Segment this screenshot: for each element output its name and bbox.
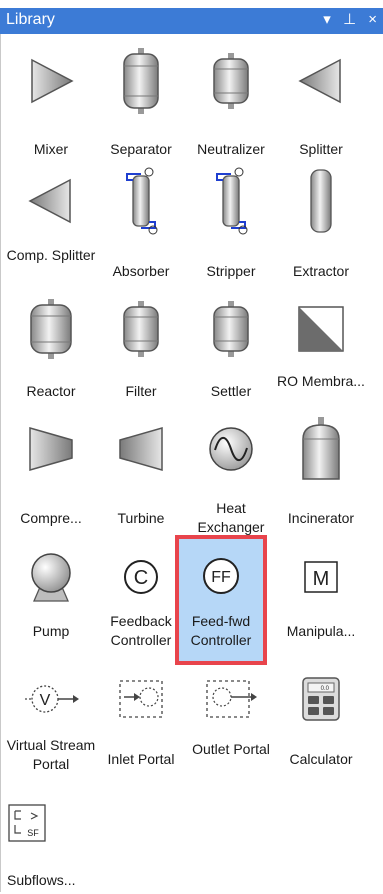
item-label: Turbine [117, 510, 165, 526]
item-label: Stripper [206, 263, 256, 279]
library-item-ro-membrane[interactable]: RO Membra... [276, 294, 366, 414]
library-item-separator[interactable]: Separator [96, 46, 186, 166]
library-item-feedback-controller[interactable]: C Feedback Controller [96, 534, 186, 674]
library-item-settler[interactable]: Settler [186, 294, 276, 414]
heat-exchanger-icon [186, 414, 276, 484]
inlet-portal-icon [96, 664, 186, 734]
item-label: Filter [125, 383, 157, 399]
settler-icon [186, 294, 276, 364]
item-label: Outlet Portal [192, 741, 270, 757]
item-label: Absorber [112, 263, 170, 279]
splitter-icon [276, 46, 366, 116]
library-item-incinerator[interactable]: Incinerator [276, 409, 366, 539]
item-label: Heat Exchanger [197, 500, 265, 535]
turbine-icon [96, 414, 186, 484]
library-item-subflows[interactable]: SF Subflows... [3, 799, 75, 894]
close-icon[interactable]: × [368, 11, 379, 28]
absorber-icon [96, 166, 186, 236]
library-item-feedfwd-controller[interactable]: FF Feed-fwd Controller [175, 535, 267, 665]
library-title-bar: Library ▾ ⊥ × [0, 0, 383, 34]
item-label: Separator [110, 141, 172, 157]
library-item-filter[interactable]: Filter [96, 294, 186, 414]
subflows-icon: SF [3, 799, 51, 847]
extractor-icon [276, 166, 366, 236]
reactor-icon [6, 294, 96, 364]
library-item-heat-exchanger[interactable]: Heat Exchanger [186, 409, 276, 539]
feedfwd-controller-icon: FF [179, 541, 263, 611]
library-item-pump[interactable]: Pump [6, 534, 96, 674]
library-item-comp-splitter[interactable]: Comp. Splitter [6, 164, 96, 294]
controller-glyph: FF [211, 569, 231, 586]
library-item-inlet-portal[interactable]: Inlet Portal [96, 664, 186, 809]
library-item-calculator[interactable]: 0.0 Calculator [276, 664, 366, 809]
item-label: Incinerator [287, 510, 355, 526]
controller-glyph: C [134, 567, 148, 589]
library-item-neutralizer[interactable]: Neutralizer [186, 46, 276, 166]
outlet-portal-icon [186, 664, 276, 734]
virtual-stream-portal-icon: V [6, 664, 96, 734]
library-item-splitter[interactable]: Splitter [276, 46, 366, 166]
library-item-stripper[interactable]: Stripper [186, 164, 276, 294]
item-label: Compre... [20, 510, 82, 526]
library-item-reactor[interactable]: Reactor [6, 294, 96, 414]
item-label: Comp. Splitter [6, 247, 96, 263]
item-label: Calculator [289, 751, 353, 767]
dropdown-icon[interactable]: ▾ [323, 10, 333, 28]
title-controls: ▾ ⊥ × [319, 10, 379, 28]
library-panel: Mixer Separator Neutralizer Splitter Com… [0, 34, 383, 892]
compressor-icon [6, 414, 96, 484]
library-item-mixer[interactable]: Mixer [6, 46, 96, 166]
item-label: Pump [32, 623, 70, 639]
item-label: Extractor [292, 263, 349, 279]
feedback-controller-icon: C [96, 542, 186, 612]
subflows-glyph: SF [27, 828, 39, 838]
filter-icon [96, 294, 186, 364]
library-item-manipulator[interactable]: M Manipula... [276, 534, 366, 674]
library-title: Library [6, 11, 55, 28]
calculator-icon: 0.0 [276, 664, 366, 734]
library-item-outlet-portal[interactable]: Outlet Portal [186, 664, 276, 809]
library-item-virtual-stream-portal[interactable]: V Virtual Stream Portal [6, 664, 96, 809]
item-label: Splitter [299, 141, 343, 157]
separator-icon [96, 46, 186, 116]
item-label: Neutralizer [197, 141, 265, 157]
mixer-icon [6, 46, 96, 116]
library-item-compressor[interactable]: Compre... [6, 409, 96, 539]
item-label: Virtual Stream Portal [6, 737, 96, 772]
calculator-display: 0.0 [321, 686, 330, 692]
item-label: Reactor [26, 383, 76, 399]
library-item-turbine[interactable]: Turbine [96, 409, 186, 539]
library-item-absorber[interactable]: Absorber [96, 164, 186, 294]
item-label: Feed-fwd Controller [190, 613, 252, 648]
incinerator-icon [276, 414, 366, 484]
item-label: Settler [210, 383, 252, 399]
pin-icon[interactable]: ⊥ [343, 10, 358, 28]
ro-membrane-icon [276, 294, 366, 364]
item-label: Feedback Controller [110, 613, 172, 648]
pump-icon [6, 542, 96, 612]
manipulator-icon: M [276, 542, 366, 612]
comp-splitter-icon [6, 166, 96, 236]
portal-glyph: V [40, 692, 51, 709]
neutralizer-icon [186, 46, 276, 116]
item-label: Manipula... [286, 623, 356, 639]
stripper-icon [186, 166, 276, 236]
item-label: Inlet Portal [107, 751, 175, 767]
item-label: Mixer [33, 141, 69, 157]
manipulator-glyph: M [313, 568, 330, 590]
library-item-extractor[interactable]: Extractor [276, 164, 366, 294]
item-label: RO Membra... [277, 373, 365, 389]
item-label: Subflows... [7, 872, 76, 888]
